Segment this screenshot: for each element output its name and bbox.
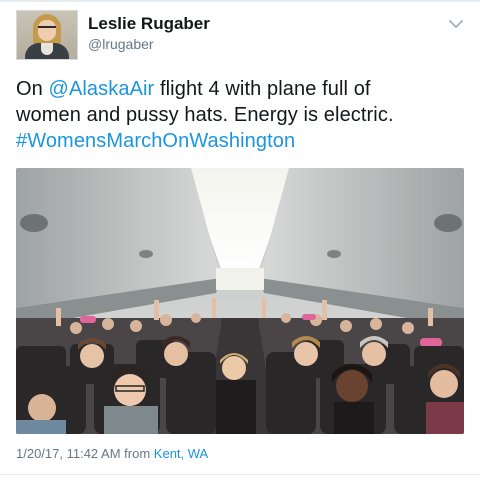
author-avatar[interactable] (16, 10, 78, 60)
tweet-line-2: women and pussy hats. Energy is electric… (16, 104, 394, 126)
tweet-text-prefix: On (16, 78, 49, 100)
tweet-text: On @AlaskaAir flight 4 with plane full o… (16, 76, 472, 154)
bottom-divider (0, 474, 480, 475)
tweet-location-link[interactable]: Kent, WA (154, 446, 208, 461)
tweet-photo[interactable] (16, 168, 464, 434)
hashtag-link[interactable]: #WomensMarchOnWashington (16, 128, 472, 154)
tweet-card: Leslie Rugaber @lrugaber On @AlaskaAir f… (0, 0, 480, 480)
tweet-header: Leslie Rugaber @lrugaber (16, 10, 468, 60)
tweet-timestamp[interactable]: 1/20/17, 11:42 AM from (16, 446, 150, 461)
tweet-text-suffix: flight 4 with plane full of (154, 78, 371, 100)
top-divider (0, 0, 480, 2)
author-handle[interactable]: @lrugaber (88, 36, 154, 52)
airplane-cabin-photo (16, 168, 464, 434)
author-name[interactable]: Leslie Rugaber (88, 14, 210, 34)
chevron-down-icon[interactable] (448, 18, 464, 30)
tweet-line-1: On @AlaskaAir flight 4 with plane full o… (16, 76, 472, 102)
mention-link[interactable]: @AlaskaAir (49, 78, 155, 100)
tweet-footer: 1/20/17, 11:42 AM from Kent, WA (16, 446, 208, 461)
